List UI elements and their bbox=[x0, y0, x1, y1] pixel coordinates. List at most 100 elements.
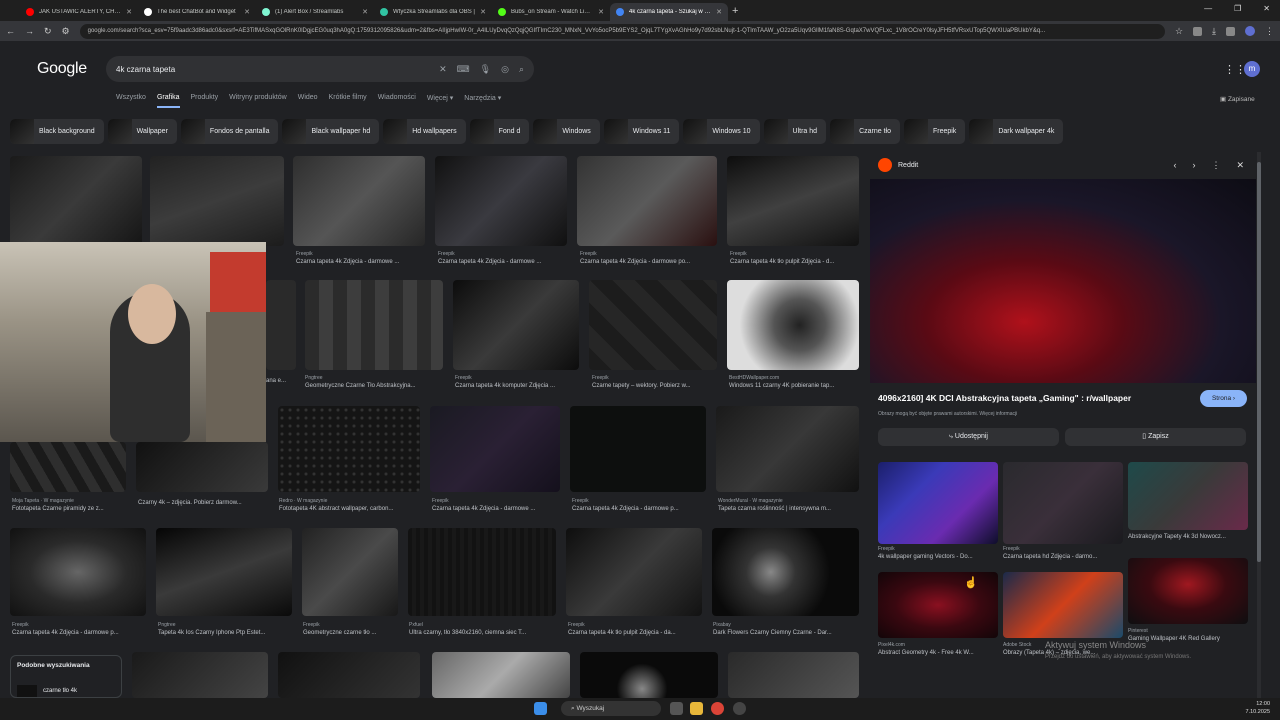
tab-short-videos[interactable]: Krótkie filmy bbox=[329, 94, 367, 108]
chip[interactable]: Wallpaper bbox=[107, 119, 177, 144]
result-image[interactable] bbox=[566, 528, 702, 616]
url-field[interactable]: google.com/search?sca_esv=75f9aadc3d86ad… bbox=[79, 23, 1165, 39]
tab-video[interactable]: Wideo bbox=[298, 94, 318, 108]
result-caption[interactable]: Freepik Czarna tapeta 4k Zdjęcia - darmow… bbox=[432, 498, 562, 512]
apps-grid-icon[interactable]: ⋮⋮ bbox=[1224, 63, 1246, 76]
chip[interactable]: Fondos de pantalla bbox=[180, 119, 279, 144]
minimize-icon[interactable]: — bbox=[1204, 4, 1212, 13]
lens-camera-icon[interactable]: ◎ bbox=[501, 64, 509, 75]
share-button[interactable]: ⤷ Udostępnij bbox=[878, 428, 1059, 446]
related-caption[interactable]: Freepik Czarna tapeta hd Zdjęcia - darmo.… bbox=[1003, 546, 1123, 560]
browser-tab[interactable]: Wtyczka Streamlabs dla OBS | ✕ bbox=[374, 3, 492, 21]
result-caption[interactable]: Freepik Czarne tapety – wektory. Pobierz … bbox=[592, 375, 718, 389]
result-image[interactable] bbox=[156, 528, 292, 616]
taskbar-clock[interactable]: 12:00 7.10.2025 bbox=[1246, 700, 1270, 716]
related-caption[interactable]: Freepik 4k wallpaper gaming Vectors - Do.… bbox=[878, 546, 998, 560]
scrollbar[interactable] bbox=[1257, 152, 1261, 698]
result-caption[interactable]: Pngtree Geometryczne Czarne Tło Abstrakcy… bbox=[305, 375, 443, 389]
tab-more[interactable]: Więcej ▾ bbox=[427, 94, 453, 108]
related-image[interactable] bbox=[1128, 558, 1248, 624]
keyboard-icon[interactable]: ⌨ bbox=[457, 64, 470, 75]
chip[interactable]: Hd wallpapers bbox=[383, 119, 466, 144]
result-caption[interactable]: Freepik Czarna tapeta 4k Zdjęcia - darmow… bbox=[296, 251, 426, 265]
result-image[interactable] bbox=[10, 528, 146, 616]
result-image[interactable] bbox=[453, 280, 579, 370]
new-tab-plus-icon[interactable]: + bbox=[732, 5, 738, 17]
clear-icon[interactable]: ✕ bbox=[439, 64, 447, 75]
more-options-icon[interactable]: ⋮ bbox=[1211, 160, 1220, 171]
result-image[interactable] bbox=[278, 652, 420, 698]
download-icon[interactable]: ⤓ bbox=[1212, 26, 1216, 37]
related-image[interactable] bbox=[1003, 462, 1123, 544]
account-avatar[interactable]: m bbox=[1244, 61, 1260, 77]
preview-image[interactable] bbox=[870, 179, 1256, 383]
result-image[interactable] bbox=[580, 652, 718, 698]
result-image[interactable] bbox=[132, 652, 268, 698]
prev-icon[interactable]: ‹ bbox=[1173, 160, 1176, 171]
result-image[interactable] bbox=[728, 652, 859, 698]
bookmark-star-icon[interactable]: ☆ bbox=[1175, 26, 1183, 37]
result-caption[interactable]: Freepik Czarna tapeta 4k tło pulpit Zdjęc… bbox=[568, 622, 702, 636]
back-arrow-icon[interactable]: ← bbox=[6, 26, 15, 36]
result-image[interactable] bbox=[10, 442, 126, 492]
result-image[interactable] bbox=[435, 156, 567, 246]
microphone-icon[interactable]: 🎙 bbox=[480, 64, 491, 75]
result-image[interactable] bbox=[293, 156, 425, 246]
tab-close-icon[interactable]: ✕ bbox=[598, 8, 604, 16]
chip[interactable]: Fond d bbox=[469, 119, 530, 144]
result-image[interactable] bbox=[727, 156, 859, 246]
result-caption[interactable]: Czarny 4k – zdjęcia. Pobierz darmow... bbox=[138, 498, 268, 506]
tab-close-icon[interactable]: ✕ bbox=[716, 8, 722, 16]
result-image[interactable] bbox=[712, 528, 859, 616]
result-image[interactable] bbox=[716, 406, 859, 492]
result-caption[interactable]: Freepik Czarna tapeta 4k Zdjęcia - darmow… bbox=[580, 251, 716, 265]
result-caption[interactable]: ana e... bbox=[266, 376, 296, 384]
extension-icon[interactable] bbox=[1226, 26, 1235, 36]
result-image[interactable] bbox=[136, 442, 268, 492]
chip[interactable]: Black background bbox=[10, 119, 104, 144]
result-image[interactable] bbox=[302, 528, 398, 616]
close-icon[interactable]: ✕ bbox=[1236, 160, 1244, 171]
tab-products[interactable]: Produkty bbox=[191, 94, 219, 108]
chip[interactable]: Czarne tło bbox=[830, 119, 900, 144]
result-image[interactable] bbox=[150, 156, 284, 246]
chip[interactable]: Windows 11 bbox=[603, 119, 680, 144]
result-caption[interactable]: WonderMural · W magazynie Tapeta czarna r… bbox=[718, 498, 859, 512]
tab-news[interactable]: Wiadomości bbox=[378, 94, 416, 108]
browser-tab[interactable]: (1) Alert Box / Streamlabs ✕ bbox=[256, 3, 374, 21]
tab-close-icon[interactable]: ✕ bbox=[244, 8, 250, 16]
search-box[interactable]: 4k czarna tapeta ✕ ⌨ 🎙 ◎ ⌕ bbox=[106, 56, 534, 82]
result-image[interactable] bbox=[305, 280, 443, 370]
result-image[interactable] bbox=[10, 156, 142, 246]
close-window-icon[interactable]: ✕ bbox=[1263, 4, 1270, 13]
search-input[interactable]: 4k czarna tapeta bbox=[116, 65, 429, 74]
related-search-item[interactable]: czarne tło 4k bbox=[17, 685, 77, 697]
result-image[interactable] bbox=[408, 528, 556, 616]
result-image[interactable] bbox=[727, 280, 859, 370]
result-caption[interactable]: Pngtree Tapeta 4k Ios Czarny Iphone Ptp E… bbox=[158, 622, 292, 636]
save-button[interactable]: ▯ Zapisz bbox=[1065, 428, 1246, 446]
result-image[interactable] bbox=[570, 406, 706, 492]
reload-icon[interactable]: ↻ bbox=[44, 26, 52, 37]
result-image[interactable] bbox=[266, 280, 296, 370]
tab-close-icon[interactable]: ✕ bbox=[480, 8, 486, 16]
chip[interactable]: Freepik bbox=[903, 119, 966, 144]
result-caption[interactable]: Freepik Czarna tapeta 4k tło pulpit Zdjęc… bbox=[730, 251, 860, 265]
forward-arrow-icon[interactable]: → bbox=[25, 26, 34, 36]
result-image[interactable] bbox=[278, 406, 420, 492]
related-image[interactable] bbox=[878, 572, 998, 638]
next-icon[interactable]: › bbox=[1192, 160, 1195, 171]
related-caption[interactable]: Pixel4k.com Abstract Geometry 4k - Free 4… bbox=[878, 642, 998, 656]
windows-start-icon[interactable] bbox=[534, 702, 547, 715]
saved-link[interactable]: ▣ Zapisane bbox=[1220, 95, 1255, 103]
obs-icon[interactable] bbox=[733, 702, 746, 715]
browser-tab[interactable]: Bubs_on Stream - Watch Live o ✕ bbox=[492, 3, 610, 21]
result-caption[interactable]: Redro · W magazynie Fototapeta 4K abstrac… bbox=[279, 498, 421, 512]
result-image[interactable] bbox=[589, 280, 717, 370]
result-caption[interactable]: Moja Tapeta · W magazynie Fototapeta Czar… bbox=[12, 498, 136, 512]
tab-product-sites[interactable]: Witryny produktów bbox=[229, 94, 287, 108]
taskbar-search[interactable]: ⌕ Wyszukaj bbox=[561, 701, 661, 716]
related-image[interactable] bbox=[1128, 462, 1248, 530]
profile-avatar[interactable] bbox=[1245, 26, 1255, 36]
result-caption[interactable]: BestHDWallpaper.com Windows 11 czarny 4K … bbox=[729, 375, 859, 389]
